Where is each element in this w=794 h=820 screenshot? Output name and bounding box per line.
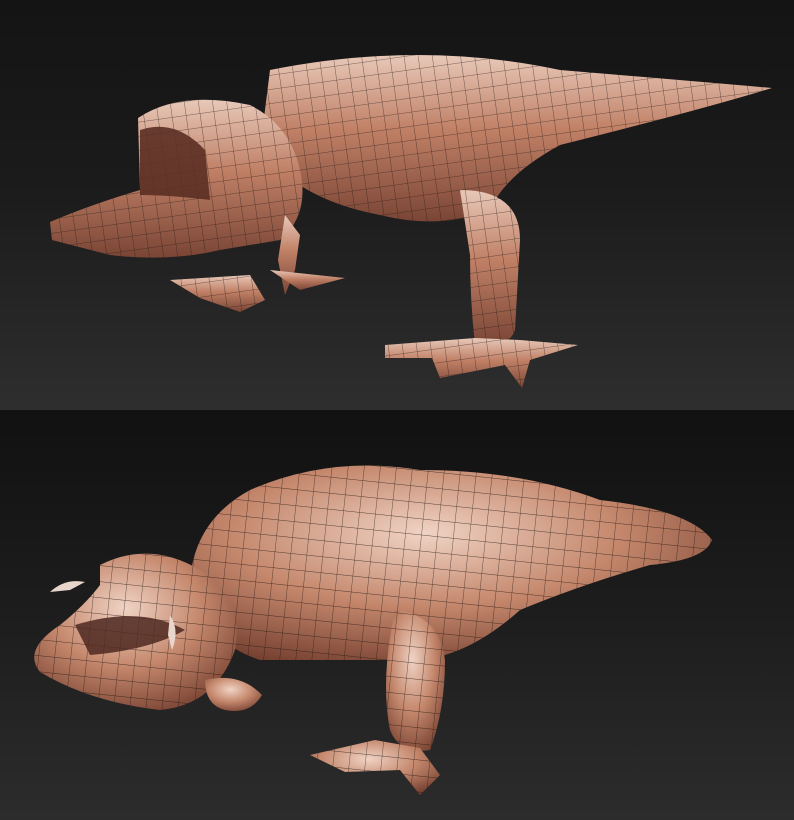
lowpoly-render-panel — [0, 0, 794, 410]
sculpt-render-panel — [0, 410, 794, 820]
sculpted-dinosaur — [34, 465, 712, 795]
lowpoly-dinosaur-render — [50, 55, 772, 388]
sculpted-dinosaur-render — [34, 465, 712, 795]
lowpoly-dinosaur — [50, 55, 772, 388]
